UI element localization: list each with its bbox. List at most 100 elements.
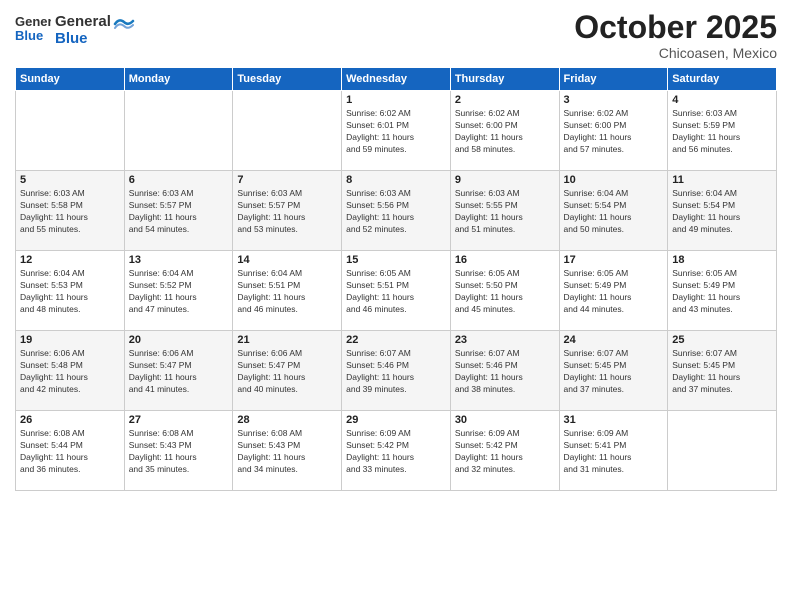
- calendar-cell: 10 Sunrise: 6:04 AM Sunset: 5:54 PM Dayli…: [559, 171, 668, 251]
- calendar-week-5: 26 Sunrise: 6:08 AM Sunset: 5:44 PM Dayli…: [16, 411, 777, 491]
- calendar-cell: [16, 91, 125, 171]
- col-friday: Friday: [559, 68, 668, 91]
- day-info: Sunrise: 6:02 AM Sunset: 6:00 PM Dayligh…: [455, 108, 555, 156]
- header: General Blue General Blue October 2025 C…: [15, 10, 777, 61]
- day-info: Sunrise: 6:07 AM Sunset: 5:46 PM Dayligh…: [455, 348, 555, 396]
- day-number: 24: [564, 334, 664, 346]
- day-number: 15: [346, 254, 446, 266]
- calendar-cell: 13 Sunrise: 6:04 AM Sunset: 5:52 PM Dayli…: [124, 251, 233, 331]
- calendar-week-3: 12Sunrise: 6:04 AM Sunset: 5:53 PM Dayli…: [16, 251, 777, 331]
- col-tuesday: Tuesday: [233, 68, 342, 91]
- day-info: Sunrise: 6:04 AM Sunset: 5:52 PM Dayligh…: [129, 268, 229, 316]
- day-number: 17: [564, 254, 664, 266]
- logo: General Blue General Blue: [15, 10, 135, 51]
- day-info: Sunrise: 6:05 AM Sunset: 5:49 PM Dayligh…: [672, 268, 772, 316]
- calendar-cell: 24 Sunrise: 6:07 AM Sunset: 5:45 PM Dayli…: [559, 331, 668, 411]
- day-info: Sunrise: 6:04 AM Sunset: 5:54 PM Dayligh…: [564, 188, 664, 236]
- calendar-table: Sunday Monday Tuesday Wednesday Thursday…: [15, 67, 777, 491]
- col-wednesday: Wednesday: [342, 68, 451, 91]
- calendar-cell: 3Sunrise: 6:02 AM Sunset: 6:00 PM Daylig…: [559, 91, 668, 171]
- day-number: 5: [20, 174, 120, 186]
- day-number: 21: [237, 334, 337, 346]
- calendar-cell: 5 Sunrise: 6:03 AM Sunset: 5:58 PM Daylig…: [16, 171, 125, 251]
- col-thursday: Thursday: [450, 68, 559, 91]
- day-info: Sunrise: 6:06 AM Sunset: 5:47 PM Dayligh…: [129, 348, 229, 396]
- day-number: 25: [672, 334, 772, 346]
- calendar-cell: 31 Sunrise: 6:09 AM Sunset: 5:41 PM Dayli…: [559, 411, 668, 491]
- location: Chicoasen, Mexico: [574, 45, 777, 61]
- day-info: Sunrise: 6:06 AM Sunset: 5:47 PM Dayligh…: [237, 348, 337, 396]
- calendar-cell: 14Sunrise: 6:04 AM Sunset: 5:51 PM Dayli…: [233, 251, 342, 331]
- logo-blue-text: Blue: [55, 31, 111, 48]
- logo-general-text: General: [55, 14, 111, 31]
- day-info: Sunrise: 6:03 AM Sunset: 5:57 PM Dayligh…: [129, 188, 229, 236]
- day-number: 1: [346, 94, 446, 106]
- calendar-cell: 19 Sunrise: 6:06 AM Sunset: 5:48 PM Dayli…: [16, 331, 125, 411]
- day-number: 7: [237, 174, 337, 186]
- day-number: 2: [455, 94, 555, 106]
- day-info: Sunrise: 6:08 AM Sunset: 5:44 PM Dayligh…: [20, 428, 120, 476]
- day-info: Sunrise: 6:04 AM Sunset: 5:53 PM Dayligh…: [20, 268, 120, 316]
- calendar-week-4: 19 Sunrise: 6:06 AM Sunset: 5:48 PM Dayli…: [16, 331, 777, 411]
- day-info: Sunrise: 6:02 AM Sunset: 6:00 PM Dayligh…: [564, 108, 664, 156]
- calendar-cell: 20 Sunrise: 6:06 AM Sunset: 5:47 PM Dayli…: [124, 331, 233, 411]
- day-number: 23: [455, 334, 555, 346]
- day-info: Sunrise: 6:07 AM Sunset: 5:45 PM Dayligh…: [564, 348, 664, 396]
- day-info: Sunrise: 6:03 AM Sunset: 5:58 PM Dayligh…: [20, 188, 120, 236]
- title-block: October 2025 Chicoasen, Mexico: [574, 10, 777, 61]
- day-number: 16: [455, 254, 555, 266]
- day-info: Sunrise: 6:03 AM Sunset: 5:56 PM Dayligh…: [346, 188, 446, 236]
- day-number: 31: [564, 414, 664, 426]
- day-info: Sunrise: 6:02 AM Sunset: 6:01 PM Dayligh…: [346, 108, 446, 156]
- day-number: 28: [237, 414, 337, 426]
- day-number: 26: [20, 414, 120, 426]
- logo-icon: General Blue: [15, 10, 51, 46]
- day-number: 30: [455, 414, 555, 426]
- calendar-cell: 8Sunrise: 6:03 AM Sunset: 5:56 PM Daylig…: [342, 171, 451, 251]
- day-number: 22: [346, 334, 446, 346]
- calendar-week-1: 1 Sunrise: 6:02 AM Sunset: 6:01 PM Daylig…: [16, 91, 777, 171]
- day-number: 9: [455, 174, 555, 186]
- calendar-cell: 22 Sunrise: 6:07 AM Sunset: 5:46 PM Dayli…: [342, 331, 451, 411]
- day-info: Sunrise: 6:07 AM Sunset: 5:45 PM Dayligh…: [672, 348, 772, 396]
- day-info: Sunrise: 6:05 AM Sunset: 5:50 PM Dayligh…: [455, 268, 555, 316]
- calendar-cell: 9 Sunrise: 6:03 AM Sunset: 5:55 PM Daylig…: [450, 171, 559, 251]
- day-info: Sunrise: 6:09 AM Sunset: 5:41 PM Dayligh…: [564, 428, 664, 476]
- day-info: Sunrise: 6:09 AM Sunset: 5:42 PM Dayligh…: [455, 428, 555, 476]
- month-title: October 2025: [574, 10, 777, 45]
- day-info: Sunrise: 6:08 AM Sunset: 5:43 PM Dayligh…: [129, 428, 229, 476]
- calendar-cell: 16 Sunrise: 6:05 AM Sunset: 5:50 PM Dayli…: [450, 251, 559, 331]
- day-info: Sunrise: 6:05 AM Sunset: 5:51 PM Dayligh…: [346, 268, 446, 316]
- calendar-cell: 27 Sunrise: 6:08 AM Sunset: 5:43 PM Dayli…: [124, 411, 233, 491]
- day-info: Sunrise: 6:04 AM Sunset: 5:51 PM Dayligh…: [237, 268, 337, 316]
- calendar-cell: 21 Sunrise: 6:06 AM Sunset: 5:47 PM Dayli…: [233, 331, 342, 411]
- calendar-cell: 4Sunrise: 6:03 AM Sunset: 5:59 PM Daylig…: [668, 91, 777, 171]
- day-info: Sunrise: 6:03 AM Sunset: 5:55 PM Dayligh…: [455, 188, 555, 236]
- logo-wave-icon: [113, 13, 135, 35]
- day-number: 19: [20, 334, 120, 346]
- day-number: 4: [672, 94, 772, 106]
- day-number: 27: [129, 414, 229, 426]
- calendar-cell: 30 Sunrise: 6:09 AM Sunset: 5:42 PM Dayli…: [450, 411, 559, 491]
- day-number: 20: [129, 334, 229, 346]
- col-saturday: Saturday: [668, 68, 777, 91]
- calendar-cell: 17Sunrise: 6:05 AM Sunset: 5:49 PM Dayli…: [559, 251, 668, 331]
- calendar-cell: 23 Sunrise: 6:07 AM Sunset: 5:46 PM Dayli…: [450, 331, 559, 411]
- day-info: Sunrise: 6:06 AM Sunset: 5:48 PM Dayligh…: [20, 348, 120, 396]
- day-number: 10: [564, 174, 664, 186]
- day-number: 13: [129, 254, 229, 266]
- calendar-cell: 25 Sunrise: 6:07 AM Sunset: 5:45 PM Dayli…: [668, 331, 777, 411]
- calendar-cell: 11 Sunrise: 6:04 AM Sunset: 5:54 PM Dayli…: [668, 171, 777, 251]
- day-number: 6: [129, 174, 229, 186]
- calendar-header: Sunday Monday Tuesday Wednesday Thursday…: [16, 68, 777, 91]
- day-info: Sunrise: 6:07 AM Sunset: 5:46 PM Dayligh…: [346, 348, 446, 396]
- day-number: 11: [672, 174, 772, 186]
- calendar-body: 1 Sunrise: 6:02 AM Sunset: 6:01 PM Daylig…: [16, 91, 777, 491]
- calendar-cell: 26 Sunrise: 6:08 AM Sunset: 5:44 PM Dayli…: [16, 411, 125, 491]
- calendar-week-2: 5 Sunrise: 6:03 AM Sunset: 5:58 PM Daylig…: [16, 171, 777, 251]
- day-number: 18: [672, 254, 772, 266]
- day-info: Sunrise: 6:04 AM Sunset: 5:54 PM Dayligh…: [672, 188, 772, 236]
- calendar-cell: 1 Sunrise: 6:02 AM Sunset: 6:01 PM Daylig…: [342, 91, 451, 171]
- svg-text:General: General: [15, 14, 51, 29]
- svg-text:Blue: Blue: [15, 28, 43, 43]
